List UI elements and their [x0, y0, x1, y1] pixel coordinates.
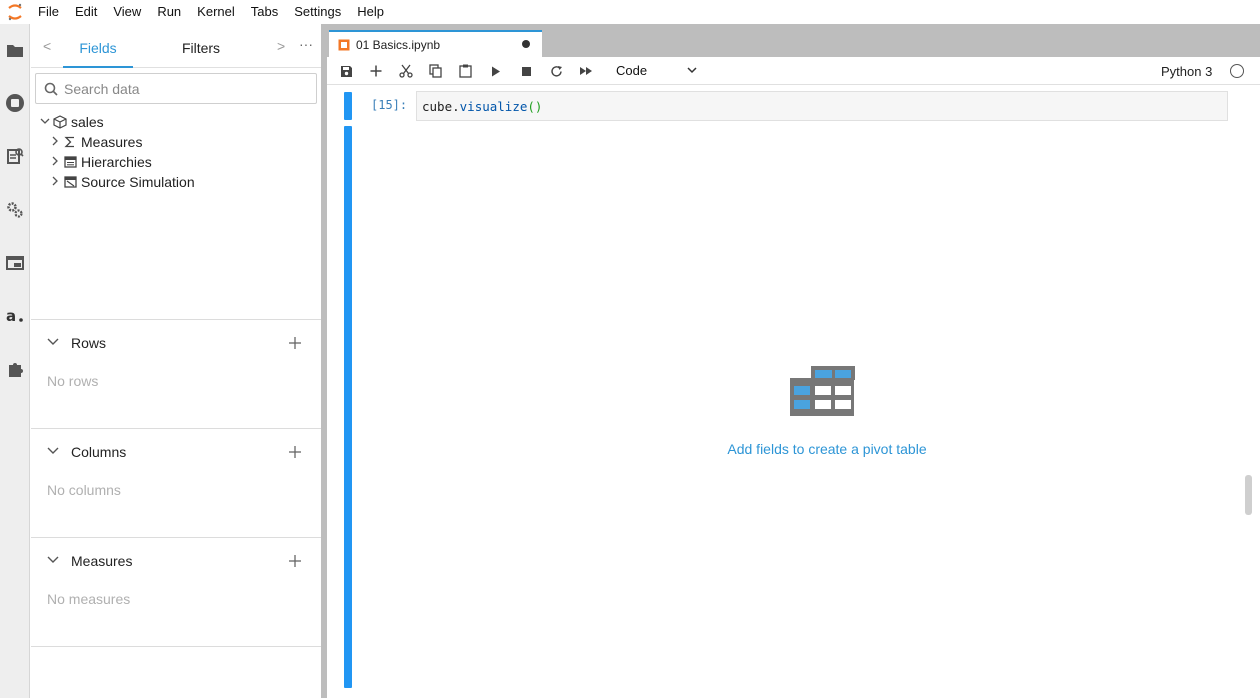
- measures-empty-text: No measures: [47, 591, 131, 607]
- property-inspector-icon[interactable]: [3, 144, 27, 168]
- notebook-area: 01 Basics.ipynb Code Python 3 [15]: cube…: [327, 24, 1260, 698]
- tree-item-hierarchies[interactable]: Hierarchies: [49, 152, 152, 172]
- kernel-status-icon: [1230, 64, 1244, 78]
- jupyter-logo-icon: [0, 0, 30, 24]
- active-tab-indicator: [63, 66, 133, 68]
- menu-tabs[interactable]: Tabs: [243, 2, 286, 22]
- rows-empty-text: No rows: [47, 373, 99, 389]
- menu-view[interactable]: View: [105, 2, 149, 22]
- tab-fields[interactable]: Fields: [63, 40, 133, 56]
- copy-icon[interactable]: [427, 63, 443, 79]
- chevron-down-icon[interactable]: [687, 66, 697, 74]
- cut-icon[interactable]: [398, 63, 414, 79]
- add-measure-button[interactable]: [287, 554, 303, 568]
- chevron-down-icon[interactable]: [47, 554, 59, 566]
- tree-item-sales[interactable]: sales: [39, 112, 104, 132]
- section-title-measures: Measures: [71, 553, 133, 569]
- menu-run[interactable]: Run: [149, 2, 189, 22]
- measures-section: Measures No measures: [31, 537, 321, 646]
- code-function: visualize: [459, 99, 528, 114]
- panel-tabbar: < Fields Filters > ···: [31, 24, 321, 68]
- columns-section: Columns No columns: [31, 428, 321, 537]
- search-box: [35, 73, 317, 104]
- simulation-table-icon: [61, 176, 79, 188]
- scroll-right-icon[interactable]: >: [277, 38, 285, 54]
- code-object: cube: [422, 99, 453, 114]
- chevron-right-icon[interactable]: [49, 136, 61, 149]
- atoti-icon[interactable]: a: [3, 304, 27, 328]
- menu-help[interactable]: Help: [349, 2, 392, 22]
- tree-item-measures[interactable]: Measures: [49, 132, 142, 152]
- cell-type-select[interactable]: Code: [616, 63, 647, 78]
- search-input[interactable]: [64, 80, 304, 97]
- hierarchy-table-icon: [61, 156, 79, 168]
- code-parens: (): [527, 99, 543, 114]
- menubar: File Edit View Run Kernel Tabs Settings …: [0, 0, 1260, 24]
- menu-edit[interactable]: Edit: [67, 2, 105, 22]
- running-icon[interactable]: [3, 91, 27, 115]
- tab-notebook[interactable]: 01 Basics.ipynb: [329, 30, 542, 57]
- save-icon[interactable]: [338, 63, 354, 79]
- left-activity-bar: a: [0, 24, 30, 698]
- cube-icon: [51, 115, 69, 129]
- pivot-empty-message[interactable]: Add fields to create a pivot table: [707, 441, 947, 457]
- rows-section: Rows No rows: [31, 319, 321, 428]
- menu-kernel[interactable]: Kernel: [189, 2, 243, 22]
- tab-filters[interactable]: Filters: [171, 40, 231, 56]
- chevron-down-icon[interactable]: [47, 445, 59, 457]
- menu-settings[interactable]: Settings: [286, 2, 349, 22]
- section-divider: [31, 646, 321, 647]
- code-editor[interactable]: cube.visualize(): [416, 91, 1228, 121]
- run-icon[interactable]: [488, 63, 504, 79]
- sigma-icon: [61, 136, 79, 148]
- chevron-down-icon[interactable]: [39, 116, 51, 129]
- section-title-columns: Columns: [71, 444, 127, 460]
- menu-file[interactable]: File: [30, 2, 67, 22]
- tree-label-hierarchies: Hierarchies: [81, 154, 152, 170]
- cell-output-collapser[interactable]: [344, 126, 352, 688]
- fast-forward-icon[interactable]: [578, 63, 594, 79]
- add-column-button[interactable]: [287, 445, 303, 459]
- notebook-content: [15]: cube.visualize() Add fields to cre…: [327, 86, 1260, 698]
- chevron-down-icon[interactable]: [47, 336, 59, 348]
- document-tabbar: 01 Basics.ipynb: [327, 24, 1260, 57]
- tab-title: 01 Basics.ipynb: [356, 37, 441, 52]
- scroll-left-icon[interactable]: <: [43, 38, 51, 54]
- pivot-table-icon: [790, 366, 855, 416]
- tree-label-measures: Measures: [81, 134, 143, 150]
- columns-empty-text: No columns: [47, 482, 121, 498]
- search-icon: [44, 82, 58, 96]
- code-dot: .: [452, 99, 460, 114]
- scrollbar-thumb[interactable]: [1245, 475, 1252, 515]
- cell-prompt: [15]:: [371, 98, 408, 112]
- settings-gears-icon[interactable]: [3, 198, 27, 222]
- notebook-toolbar: Code Python 3: [327, 57, 1260, 85]
- more-icon[interactable]: ···: [299, 36, 313, 52]
- add-row-button[interactable]: [287, 336, 303, 350]
- kernel-name[interactable]: Python 3: [1161, 64, 1212, 79]
- cell-input-collapser[interactable]: [344, 92, 352, 120]
- tree-label-source-simulation: Source Simulation: [81, 174, 195, 190]
- add-cell-icon[interactable]: [368, 63, 384, 79]
- tree-label-sales: sales: [71, 114, 104, 130]
- svg-text:a: a: [6, 308, 16, 324]
- restart-icon[interactable]: [548, 63, 564, 79]
- section-title-rows: Rows: [71, 335, 107, 351]
- paste-icon[interactable]: [457, 63, 473, 79]
- fields-panel: < Fields Filters > ··· sales Measure: [31, 24, 321, 698]
- unsaved-indicator-icon[interactable]: [522, 40, 530, 48]
- tabs-icon[interactable]: [3, 251, 27, 275]
- extension-icon[interactable]: [3, 357, 27, 381]
- chevron-right-icon[interactable]: [49, 176, 61, 189]
- notebook-icon: [338, 39, 350, 50]
- folder-icon[interactable]: [3, 38, 27, 62]
- tree-item-source-simulation[interactable]: Source Simulation: [49, 172, 195, 192]
- stop-icon[interactable]: [518, 63, 534, 79]
- chevron-right-icon[interactable]: [49, 156, 61, 169]
